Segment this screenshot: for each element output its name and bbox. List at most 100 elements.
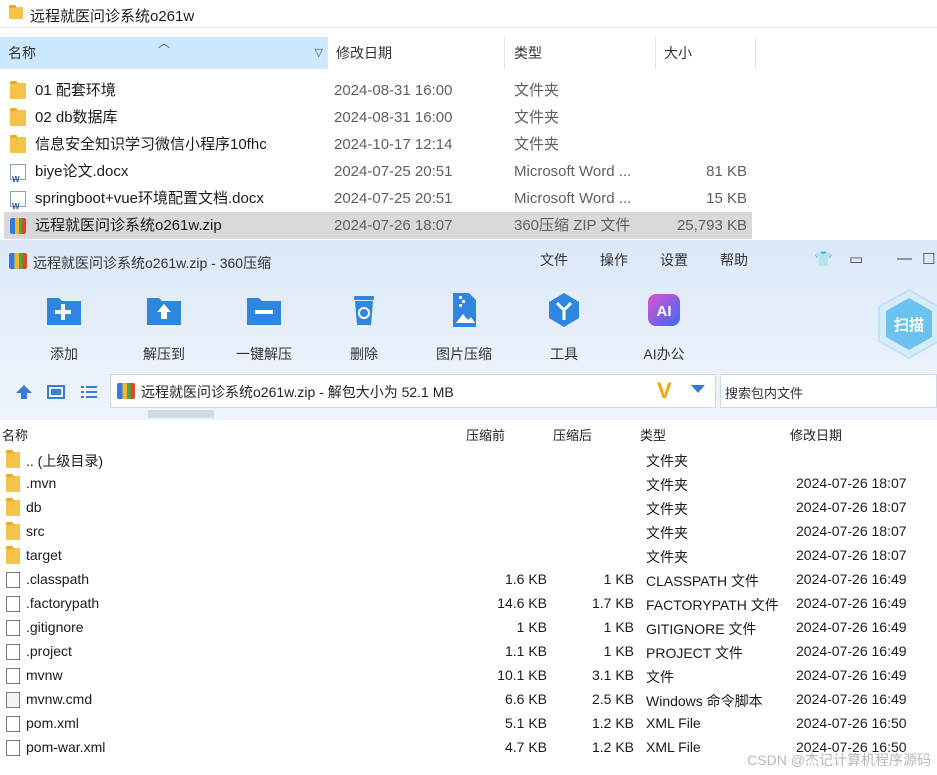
column-type[interactable]: 类型 [506, 37, 656, 69]
tools-icon [544, 290, 584, 330]
add-icon [44, 290, 84, 330]
extract-to-label: 解压到 [143, 346, 185, 362]
feedback-icon[interactable]: ▭ [849, 250, 863, 268]
maximize-icon[interactable]: ☐ [922, 250, 935, 268]
delete-label: 删除 [350, 346, 378, 362]
explorer-row[interactable]: 02 db数据库 2024-08-31 16:00 文件夹 [4, 104, 752, 131]
file-name: 02 db数据库 [35, 109, 118, 126]
explorer-row[interactable]: 远程就医问诊系统o261w.zip 2024-07-26 18:07 360压缩 Z… [4, 212, 752, 239]
zip-file-type: 文件夹 [646, 453, 688, 469]
image-compress-button[interactable]: 图片压缩 [424, 290, 504, 364]
zip-row[interactable]: target 文件夹 2024-07-26 18:07 [0, 544, 937, 568]
scan-label: 扫描 [894, 316, 924, 334]
zip-file-date: 2024-07-26 16:49 [796, 571, 907, 587]
ai-office-icon: AI [644, 290, 684, 330]
file-icon [6, 572, 20, 588]
zip-row[interactable]: src 文件夹 2024-07-26 18:07 [0, 520, 937, 544]
zip-row[interactable]: pom.xml 5.1 KB 1.2 KB XML File 2024-07-26 16… [0, 712, 937, 736]
v-logo-icon[interactable]: V [657, 378, 672, 404]
zip-file-date: 2024-07-26 18:07 [796, 499, 907, 515]
zip-file-name: target [26, 547, 62, 563]
chevron-down-icon[interactable]: ▽ [315, 37, 323, 69]
zcol-uncompressed[interactable]: 压缩后 [553, 425, 592, 444]
menu-help[interactable]: 帮助 [720, 250, 748, 270]
file-name: biye论文.docx [35, 163, 129, 180]
list-view-icon[interactable] [80, 384, 98, 403]
explorer-row[interactable]: 01 配套环境 2024-08-31 16:00 文件夹 [4, 77, 752, 104]
tools-label: 工具 [550, 346, 578, 362]
zip-file-type: XML File [646, 739, 701, 755]
zcol-compressed[interactable]: 压缩前 [466, 425, 505, 444]
folder-icon [6, 522, 20, 540]
explorer-title: 远程就医问诊系统o261w [30, 8, 195, 25]
zip-uncompressed-size: 1.2 KB [591, 715, 634, 731]
folder-icon [6, 450, 20, 468]
ai-office-button[interactable]: AI AI办公 [624, 290, 704, 364]
minimize-icon[interactable]: — [897, 250, 912, 267]
horizontal-scroll-thumb[interactable] [148, 410, 214, 418]
zip-row[interactable]: .gitignore 1 KB 1 KB GITIGNORE 文件 2024-07-26… [0, 616, 937, 640]
zip-file-type: 文件夹 [646, 525, 688, 541]
explorer-row[interactable]: springboot+vue环境配置文档.docx 2024-07-25 20:5… [4, 185, 752, 220]
zip-row[interactable]: mvnw 10.1 KB 3.1 KB 文件 2024-07-26 16:49 [0, 664, 937, 688]
explorer-title-bar: 远程就医问诊系统o261w [0, 0, 937, 28]
zip-column-header: 名称 压缩前 压缩后 类型 修改日期 [0, 422, 937, 444]
delete-button[interactable]: 删除 [324, 290, 404, 364]
zip-row[interactable]: .mvn 文件夹 2024-07-26 18:07 [0, 472, 937, 496]
image-compress-icon [444, 290, 484, 330]
zip-file-name: .gitignore [26, 619, 84, 635]
add-label: 添加 [50, 346, 78, 362]
file-icon [6, 620, 20, 636]
menu-settings[interactable]: 设置 [660, 250, 688, 270]
zip-icon [9, 253, 27, 269]
explorer-row[interactable]: biye论文.docx 2024-07-25 20:51 Microsoft Wor… [4, 158, 752, 193]
up-arrow-icon[interactable] [15, 384, 33, 403]
column-size[interactable]: 大小 [656, 37, 756, 69]
search-archive-input[interactable]: 搜索包内文件 [720, 374, 937, 408]
menu-operate[interactable]: 操作 [600, 250, 628, 270]
add-button[interactable]: 添加 [24, 290, 104, 364]
zip-file-name: .mvn [26, 475, 57, 491]
zip-file-date: 2024-07-26 16:49 [796, 667, 907, 683]
zcol-type[interactable]: 类型 [640, 425, 666, 444]
column-date[interactable]: 修改日期 [327, 37, 505, 69]
zip-file-date: 2024-07-26 18:07 [796, 523, 907, 539]
zip-file-type: 文件夹 [646, 477, 688, 493]
zip-row[interactable]: .factorypath 14.6 KB 1.7 KB FACTORYPATH 文件 2… [0, 592, 937, 616]
file-type: 360压缩 ZIP 文件 [514, 217, 631, 234]
zip-compressed-size: 10.1 KB [497, 667, 547, 683]
zip-file-name: src [26, 523, 45, 539]
zip-file-date: 2024-07-26 18:07 [796, 547, 907, 563]
zcol-name[interactable]: 名称 [2, 425, 28, 444]
archive-path-text: 远程就医问诊系统o261w.zip - 解包大小为 52.1 MB [141, 384, 454, 400]
path-dropdown-icon[interactable] [691, 385, 705, 393]
file-name: 01 配套环境 [35, 82, 116, 99]
one-click-extract-button[interactable]: 一键解压 [224, 290, 304, 364]
zip-file-type: FACTORYPATH 文件 [646, 597, 779, 613]
zip-file-type: 文件 [646, 669, 674, 685]
zip-row[interactable]: mvnw.cmd 6.6 KB 2.5 KB Windows 命令脚本 2024-07-… [0, 688, 937, 712]
zip-row[interactable]: db 文件夹 2024-07-26 18:07 [0, 496, 937, 520]
skin-icon[interactable]: 👕 [814, 250, 833, 268]
menu-file[interactable]: 文件 [540, 250, 568, 270]
column-name[interactable]: 名称 ︿ ▽ [0, 36, 327, 69]
image-compress-label: 图片压缩 [436, 346, 492, 362]
scan-button[interactable]: 扫描 [878, 288, 937, 360]
extract-to-button[interactable]: 解压到 [124, 290, 204, 364]
zcol-date[interactable]: 修改日期 [790, 425, 842, 444]
zip-row[interactable]: .classpath 1.6 KB 1 KB CLASSPATH 文件 2024-07-… [0, 568, 937, 592]
explorer-row[interactable]: 信息安全知识学习微信小程序10fhc 2024-10-17 12:14 文件夹 [4, 131, 752, 158]
thumbnail-view-icon[interactable] [47, 384, 65, 403]
tools-button[interactable]: 工具 [524, 290, 604, 364]
folder-icon [10, 135, 26, 153]
zip-row[interactable]: .project 1.1 KB 1 KB PROJECT 文件 2024-07-26 1… [0, 640, 937, 664]
file-date: 2024-08-31 16:00 [334, 82, 453, 99]
file-icon [6, 668, 20, 684]
zip-compressed-size: 5.1 KB [504, 715, 547, 731]
zip-file-name: pom.xml [26, 715, 79, 731]
archive-path-bar[interactable]: 远程就医问诊系统o261w.zip - 解包大小为 52.1 MB V [110, 374, 716, 408]
zip-file-name: db [26, 499, 42, 515]
folder-icon [6, 474, 20, 492]
zip-row[interactable]: .. (上级目录) 文件夹 [0, 448, 937, 472]
zip-window: 远程就医问诊系统o261w.zip - 360压缩 文件 操作 设置 帮助 👕 … [0, 240, 937, 775]
